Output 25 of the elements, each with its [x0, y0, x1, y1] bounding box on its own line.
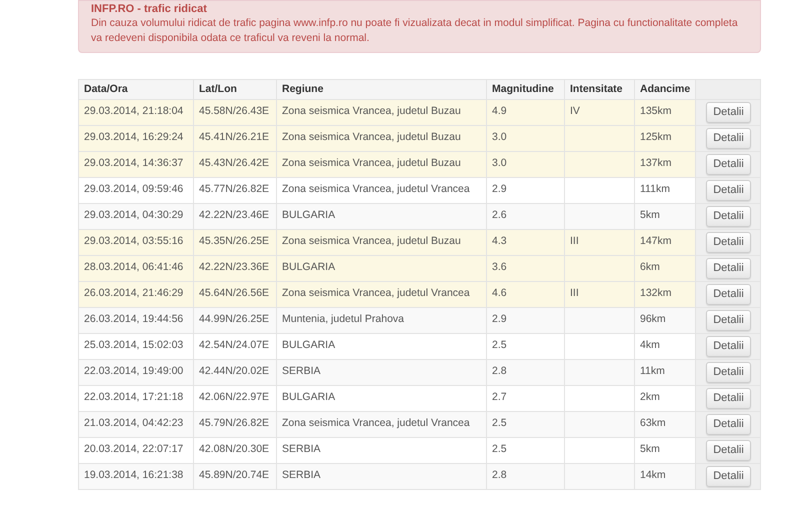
details-button[interactable]: Detalii — [706, 258, 751, 279]
alert-message: Din cauza volumului ridicat de trafic pagina www.infp.ro nu poate fi vizualizata decat in modul simplificat. Pagina cu functionalitate completa va redeveni disponibila odata ce traficul va reveni la normal. — [91, 16, 739, 46]
details-button[interactable]: Detalii — [706, 466, 751, 487]
details-button[interactable]: Detalii — [706, 310, 751, 331]
column-header: Data/Ora — [78, 80, 194, 100]
table-cell: SERBIA — [276, 464, 486, 490]
alert-title: INFP.RO - trafic ridicat — [91, 3, 208, 16]
details-button[interactable]: Detalii — [706, 388, 751, 409]
details-button[interactable]: Detalii — [706, 102, 751, 123]
table-cell: 2.8 — [486, 464, 564, 490]
details-button[interactable]: Detalii — [706, 154, 751, 175]
table-cell: 45.89N/20.74E — [194, 464, 276, 490]
table-cell — [564, 464, 634, 490]
details-button[interactable]: Detalii — [706, 336, 751, 357]
details-button[interactable]: Detalii — [706, 284, 751, 305]
details-button[interactable]: Detalii — [706, 414, 751, 435]
column-header: Lat/Lon — [194, 80, 276, 100]
details-button[interactable]: Detalii — [706, 206, 751, 227]
column-header: Regiune — [276, 80, 486, 100]
details-button[interactable]: Detalii — [706, 180, 751, 201]
details-button[interactable]: Detalii — [706, 128, 751, 149]
details-button[interactable]: Detalii — [706, 440, 751, 461]
details-button[interactable]: Detalii — [706, 362, 751, 383]
details-button[interactable]: Detalii — [706, 232, 751, 253]
table-cell: 19.03.2014, 16:21:38 — [78, 464, 194, 490]
